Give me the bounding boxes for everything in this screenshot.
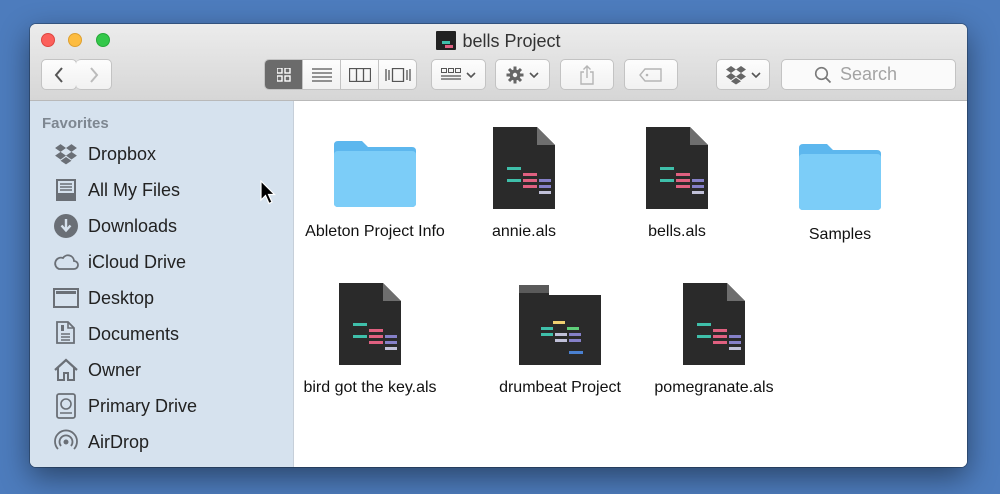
file-name: drumbeat Project <box>499 379 621 396</box>
home-icon <box>52 357 80 383</box>
sidebar: Favorites Dropbox All My Files Downloads… <box>30 101 294 467</box>
als-file-icon <box>683 275 745 365</box>
arrange-button[interactable] <box>431 59 486 90</box>
als-file-icon <box>493 119 555 209</box>
file-item-samples[interactable]: Samples <box>765 122 915 246</box>
sidebar-item-label: AirDrop <box>88 431 150 452</box>
chevron-down-icon <box>466 71 476 78</box>
folder-icon <box>332 119 418 209</box>
drive-icon <box>52 393 80 419</box>
search-icon <box>814 66 832 84</box>
file-item-ableton-project-info[interactable]: Ableton Project Info <box>300 119 450 243</box>
chevron-left-icon <box>54 66 63 83</box>
file-name: Ableton Project Info <box>305 223 445 240</box>
sidebar-item-downloads[interactable]: Downloads <box>52 211 282 241</box>
sidebar-item-icloud-drive[interactable]: iCloud Drive <box>52 247 282 277</box>
column-view-button[interactable] <box>341 60 379 89</box>
forward-button[interactable] <box>76 59 112 90</box>
downloads-icon <box>52 213 80 239</box>
tags-button[interactable] <box>624 59 678 90</box>
ableton-project-icon <box>436 31 457 50</box>
sidebar-item-desktop[interactable]: Desktop <box>52 283 282 313</box>
finder-window: bells Project Search Favorites Dropbox A… <box>30 24 967 467</box>
sidebar-heading-favorites: Favorites <box>42 115 109 132</box>
sidebar-item-label: Owner <box>88 359 142 380</box>
action-menu-button[interactable] <box>495 59 550 90</box>
all-files-icon <box>52 177 80 203</box>
gear-icon <box>506 66 524 83</box>
file-name: pomegranate.als <box>654 379 774 396</box>
als-file-icon <box>339 275 401 365</box>
icon-view-button[interactable] <box>265 60 303 89</box>
sidebar-item-label: Primary Drive <box>88 395 198 416</box>
file-grid: Ableton Project Info annie.als bells.als… <box>295 101 967 467</box>
file-name: bird got the key.als <box>303 379 437 396</box>
list-view-icon <box>311 67 332 82</box>
file-name: bells.als <box>648 223 706 240</box>
sidebar-item-dropbox[interactable]: Dropbox <box>52 139 282 169</box>
dropbox-icon <box>726 65 746 84</box>
list-view-button[interactable] <box>303 60 341 89</box>
sidebar-item-label: Dropbox <box>88 143 157 164</box>
sidebar-item-label: iCloud Drive <box>88 251 187 272</box>
file-item-bird-got-the-key-als[interactable]: bird got the key.als <box>295 275 445 399</box>
cover-flow-icon <box>384 67 411 82</box>
file-name: Samples <box>808 226 872 243</box>
sidebar-item-label: All My Files <box>88 179 181 200</box>
sidebar-item-owner[interactable]: Owner <box>52 355 282 385</box>
tag-icon <box>639 67 662 82</box>
mouse-cursor-icon <box>260 180 276 205</box>
desktop-icon <box>52 285 80 311</box>
dropbox-toolbar-button[interactable] <box>716 59 770 90</box>
arrange-icon <box>441 67 461 80</box>
sidebar-item-label: Downloads <box>88 215 178 236</box>
search-field[interactable] <box>781 59 956 90</box>
chevron-right-icon <box>89 66 98 83</box>
als-file-icon <box>646 119 708 209</box>
search-input[interactable] <box>840 64 950 85</box>
icon-view-icon <box>276 67 291 82</box>
sidebar-item-airdrop[interactable]: AirDrop <box>52 427 282 457</box>
column-view-icon <box>348 67 371 82</box>
sidebar-item-label: Documents <box>88 323 180 344</box>
ableton-project-folder-icon <box>519 275 601 365</box>
documents-icon <box>52 321 80 347</box>
share-icon <box>580 64 594 85</box>
cover-flow-button[interactable] <box>379 60 416 89</box>
dropbox-icon <box>52 141 80 167</box>
file-item-drumbeat-project[interactable]: drumbeat Project <box>485 275 635 399</box>
chevron-down-icon <box>529 71 539 78</box>
airdrop-icon <box>52 429 80 455</box>
title-bar: bells Project <box>30 24 967 101</box>
file-item-pomegranate-als[interactable]: pomegranate.als <box>639 275 789 399</box>
file-item-bells-als[interactable]: bells.als <box>602 119 752 243</box>
share-button[interactable] <box>560 59 614 90</box>
window-title: bells Project <box>30 31 967 52</box>
file-name: annie.als <box>491 223 557 240</box>
file-item-annie-als[interactable]: annie.als <box>449 119 599 243</box>
folder-icon <box>797 122 883 212</box>
sidebar-item-documents[interactable]: Documents <box>52 319 282 349</box>
back-button[interactable] <box>41 59 77 90</box>
cloud-icon <box>52 249 80 275</box>
sidebar-item-all-my-files[interactable]: All My Files <box>52 175 282 205</box>
chevron-down-icon <box>751 71 761 78</box>
window-title-text: bells Project <box>462 31 561 51</box>
sidebar-item-label: Desktop <box>88 287 155 308</box>
view-mode-control <box>264 59 417 90</box>
sidebar-item-primary-drive[interactable]: Primary Drive <box>52 391 282 421</box>
